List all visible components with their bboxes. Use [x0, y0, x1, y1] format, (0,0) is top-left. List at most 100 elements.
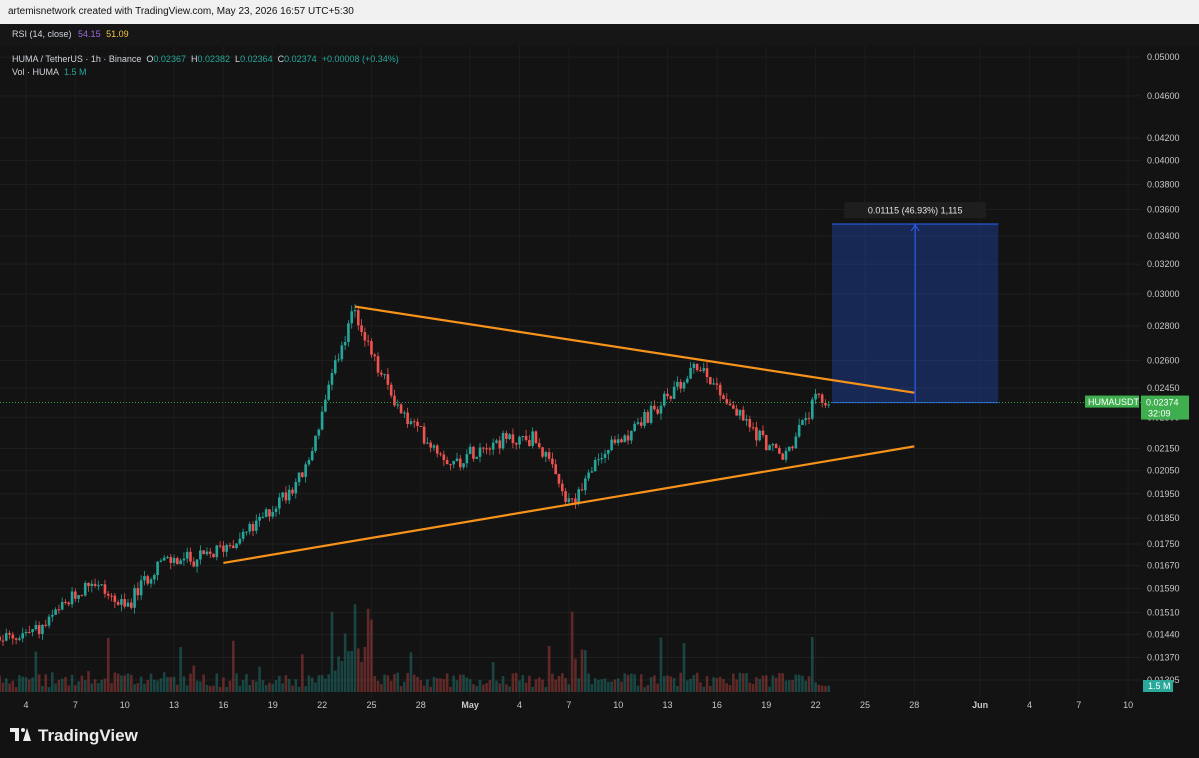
candle-body	[343, 341, 347, 346]
volume-bar	[544, 686, 548, 692]
candle-body	[547, 452, 551, 459]
candle-body	[702, 368, 706, 371]
candle-body	[768, 445, 771, 451]
candle-body	[386, 374, 390, 385]
volume-bar	[692, 675, 696, 692]
candle-body	[426, 442, 429, 444]
price-scale-label: 0.03000	[1147, 289, 1180, 299]
volume-bar	[222, 677, 225, 692]
candle-body	[356, 310, 360, 326]
volume-bar	[337, 656, 340, 692]
candle-body	[396, 404, 400, 406]
volume-bar	[215, 673, 219, 692]
candle-body	[669, 396, 673, 399]
volume-bar	[133, 684, 136, 692]
candle-body	[462, 463, 465, 468]
volume-bar	[403, 681, 406, 692]
volume-bar	[37, 674, 41, 692]
candle-body	[205, 551, 209, 555]
volume-bar	[330, 611, 334, 692]
candle-body	[682, 382, 686, 389]
candle-body	[27, 631, 31, 633]
time-scale-label: 16	[218, 700, 228, 710]
candle-body	[531, 431, 534, 446]
price-scale-label: 0.01510	[1147, 607, 1180, 617]
volume-bar	[633, 674, 636, 692]
volume-bar	[745, 673, 748, 692]
tradingview-logo[interactable]: TradingView	[10, 726, 138, 746]
volume-bar	[774, 677, 778, 692]
volume-bar	[44, 674, 48, 692]
candle-body	[472, 446, 475, 459]
candle-body	[64, 601, 67, 603]
volume-bar	[87, 671, 90, 692]
candle-body	[370, 341, 373, 355]
volume-bar	[636, 685, 640, 692]
candle-body	[169, 556, 173, 563]
candle-body	[215, 545, 219, 558]
candle-body	[797, 424, 801, 437]
volume-bar	[827, 685, 831, 692]
price-scale-label: 0.03400	[1147, 231, 1180, 241]
candle-body	[360, 325, 363, 333]
candle-body	[189, 551, 192, 562]
volume-bar	[508, 686, 511, 692]
volume-bar	[185, 685, 189, 692]
volume-bar	[488, 680, 492, 692]
volume-bar	[47, 687, 51, 692]
symbol-label[interactable]: HUMA / TetherUS · 1h · Binance	[12, 54, 141, 64]
candle-body	[195, 559, 199, 567]
candle-body	[778, 448, 781, 454]
volume-bar	[653, 675, 656, 692]
candle-body	[636, 422, 640, 424]
price-chart[interactable]: 0.01115 (46.93%) 1,115 0.05000 0.04600 0.0…	[0, 46, 1199, 718]
candle-body	[291, 489, 294, 494]
volume-bar	[475, 685, 479, 692]
volume-bar	[389, 680, 393, 692]
candle-body	[508, 434, 511, 439]
candle-body	[827, 404, 831, 406]
candle-body	[468, 446, 472, 455]
volume-bar	[14, 687, 18, 692]
volume-bar	[353, 604, 357, 692]
price-scale-label: 0.02600	[1147, 355, 1180, 365]
time-scale-label: 13	[169, 700, 179, 710]
candle-body	[514, 443, 518, 445]
volume-bar	[248, 685, 252, 692]
ohlc-row: HUMA / TetherUS · 1h · Binance O0.02367 …	[12, 53, 399, 66]
candle-body	[314, 435, 317, 451]
volume-bar	[824, 685, 827, 692]
volume-bar	[593, 678, 597, 692]
candle-body	[350, 311, 354, 324]
volume-bar	[534, 679, 538, 692]
volume-bar	[182, 676, 186, 692]
candle-body	[465, 454, 469, 464]
candle-body	[51, 614, 54, 617]
volume-bar	[386, 675, 390, 692]
candle-body	[801, 420, 804, 425]
rsi-legend[interactable]: RSI (14, close) 54.15 51.09	[12, 29, 129, 39]
candle-body	[159, 560, 163, 562]
volume-bar	[251, 679, 255, 692]
candle-body	[202, 550, 205, 555]
candle-body	[653, 405, 656, 410]
volume-bar	[728, 685, 732, 692]
candle-body	[495, 440, 498, 443]
volume-label[interactable]: Vol · HUMA	[12, 67, 59, 77]
candle-body	[222, 545, 225, 552]
candle-body	[603, 453, 607, 458]
time-scale-background	[0, 698, 1199, 718]
candle-body	[807, 418, 811, 420]
candle-body	[241, 531, 245, 539]
volume-bar	[179, 647, 182, 692]
candle-body	[116, 602, 120, 605]
candle-body	[182, 558, 186, 561]
volume-bar	[208, 686, 212, 692]
volume-bar	[327, 674, 330, 692]
candle-body	[659, 405, 663, 414]
candle-body	[787, 446, 791, 451]
price-range-measure[interactable]: 0.01115 (46.93%) 1,115	[832, 202, 999, 404]
volume-bar	[51, 672, 54, 692]
candle-body	[310, 450, 314, 461]
candle-body	[399, 404, 403, 414]
